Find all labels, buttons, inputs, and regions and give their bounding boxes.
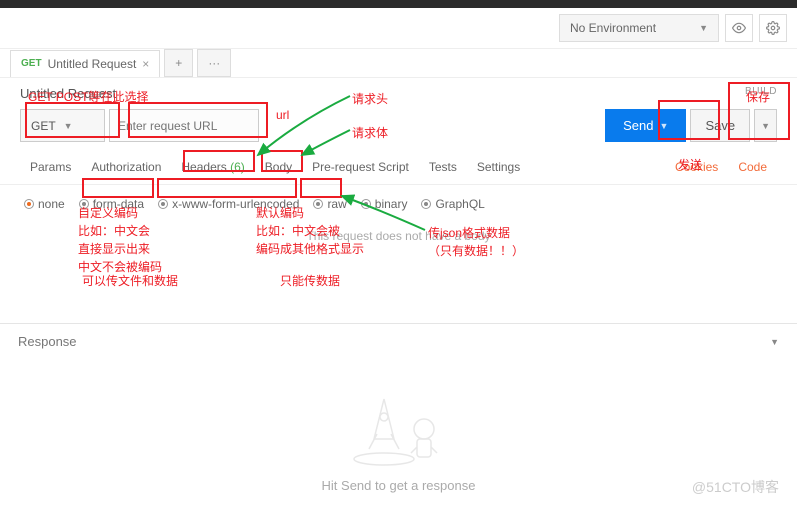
method-value: GET: [31, 119, 56, 133]
radio-urlencoded[interactable]: x-www-form-urlencoded: [154, 195, 303, 213]
app-topbar: [0, 0, 797, 8]
radio-icon: [158, 199, 168, 209]
request-tabs: GET Untitled Request × + ···: [0, 49, 797, 78]
send-button[interactable]: Send ▼: [605, 109, 686, 142]
tab-headers[interactable]: Headers (6): [171, 156, 254, 178]
rocket-illustration-icon: [339, 379, 459, 469]
tab-tests[interactable]: Tests: [419, 156, 467, 178]
request-tab[interactable]: GET Untitled Request ×: [10, 50, 160, 77]
headers-label: Headers: [181, 160, 226, 174]
tab-prerequest[interactable]: Pre-request Script: [302, 156, 419, 178]
close-icon[interactable]: ×: [142, 57, 149, 71]
watermark: @51CTO博客: [692, 477, 779, 497]
chevron-down-icon: ▼: [699, 23, 708, 33]
method-select[interactable]: GET ▼: [20, 109, 105, 142]
response-body: Hit Send to get a response: [0, 359, 797, 503]
chevron-down-icon: ▼: [770, 337, 779, 347]
cookies-link[interactable]: Cookies: [665, 156, 728, 178]
response-bar[interactable]: Response ▼: [0, 323, 797, 359]
tab-params[interactable]: Params: [20, 156, 81, 178]
gear-icon[interactable]: [759, 14, 787, 42]
environment-label: No Environment: [570, 21, 656, 35]
chevron-down-icon: ▼: [761, 121, 770, 131]
radio-icon: [79, 199, 89, 209]
tab-title: Untitled Request: [48, 57, 137, 71]
radio-icon: [361, 199, 371, 209]
chevron-down-icon: ▼: [660, 121, 669, 131]
hit-send-text: Hit Send to get a response: [0, 478, 797, 493]
send-label: Send: [623, 118, 653, 133]
code-link[interactable]: Code: [728, 156, 777, 178]
radio-icon: [24, 199, 34, 209]
tab-body[interactable]: Body: [255, 156, 302, 178]
request-title-row: Untitled Request BUILD: [0, 78, 797, 105]
save-button[interactable]: Save: [690, 109, 750, 142]
environment-bar: No Environment ▼: [0, 8, 797, 49]
url-row: GET ▼ Send ▼ Save ▼: [0, 105, 797, 146]
no-body-message: This request does not have a body: [0, 223, 797, 263]
tab-menu-button[interactable]: ···: [197, 49, 231, 77]
radio-graphql[interactable]: GraphQL: [417, 195, 488, 213]
url-input[interactable]: [109, 109, 259, 142]
response-label: Response: [18, 334, 77, 349]
radio-none[interactable]: none: [20, 195, 69, 213]
eye-icon[interactable]: [725, 14, 753, 42]
request-subtabs: Params Authorization Headers (6) Body Pr…: [0, 146, 797, 185]
new-tab-button[interactable]: +: [164, 49, 193, 77]
request-title: Untitled Request: [20, 86, 116, 101]
radio-binary[interactable]: binary: [357, 195, 412, 213]
save-label: Save: [705, 118, 735, 133]
save-menu-button[interactable]: ▼: [754, 109, 777, 142]
chevron-down-icon: ▼: [64, 121, 73, 131]
radio-icon: [313, 199, 323, 209]
tab-method: GET: [21, 58, 42, 69]
radio-raw[interactable]: raw: [309, 195, 350, 213]
build-link[interactable]: BUILD: [745, 86, 777, 101]
radio-formdata[interactable]: form-data: [75, 195, 148, 213]
body-type-row: none form-data x-www-form-urlencoded raw…: [0, 185, 797, 223]
tab-authorization[interactable]: Authorization: [81, 156, 171, 178]
environment-select[interactable]: No Environment ▼: [559, 14, 719, 42]
radio-icon: [421, 199, 431, 209]
headers-count: (6): [230, 160, 245, 174]
tab-settings[interactable]: Settings: [467, 156, 530, 178]
